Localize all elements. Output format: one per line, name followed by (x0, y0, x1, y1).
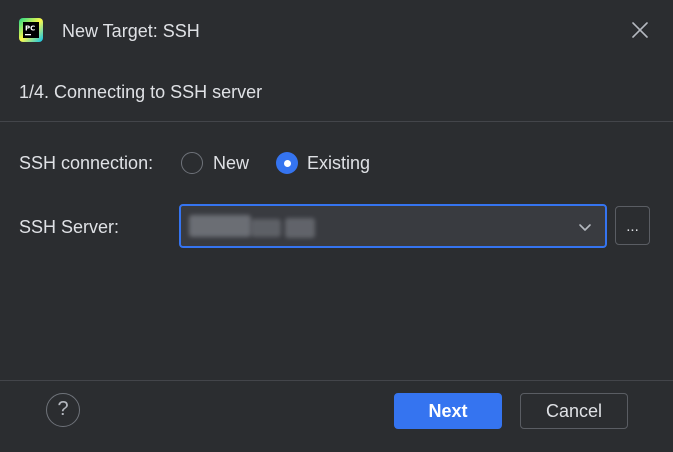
close-icon[interactable] (628, 18, 652, 42)
redacted-server-name-part (285, 218, 315, 238)
ssh-server-dropdown[interactable] (179, 204, 607, 248)
radio-existing[interactable] (276, 152, 298, 174)
new-target-ssh-dialog: PC New Target: SSH 1/4. Connecting to SS… (0, 0, 673, 452)
radio-new[interactable] (181, 152, 203, 174)
help-button[interactable]: ? (46, 393, 80, 427)
step-title: 1/4. Connecting to SSH server (19, 82, 263, 102)
ssh-server-label: SSH Server: (19, 217, 120, 237)
svg-text:PC: PC (25, 25, 35, 33)
next-button[interactable]: Next (394, 393, 502, 429)
ssh-connection-label: SSH connection: (19, 153, 154, 173)
dialog-title: New Target: SSH (62, 21, 200, 41)
title-bar: PC New Target: SSH (0, 0, 673, 62)
redacted-server-name-part (251, 219, 281, 237)
cancel-button[interactable]: Cancel (520, 393, 628, 429)
pycharm-logo-icon: PC (19, 18, 43, 42)
redacted-server-name (189, 215, 251, 237)
step-header: 1/4. Connecting to SSH server (0, 62, 673, 121)
chevron-down-icon (579, 224, 591, 231)
browse-button[interactable]: ... (615, 206, 650, 245)
header-divider (0, 121, 673, 122)
radio-new-label[interactable]: New (213, 152, 249, 174)
radio-existing-label[interactable]: Existing (307, 152, 370, 174)
footer-divider (0, 380, 673, 381)
